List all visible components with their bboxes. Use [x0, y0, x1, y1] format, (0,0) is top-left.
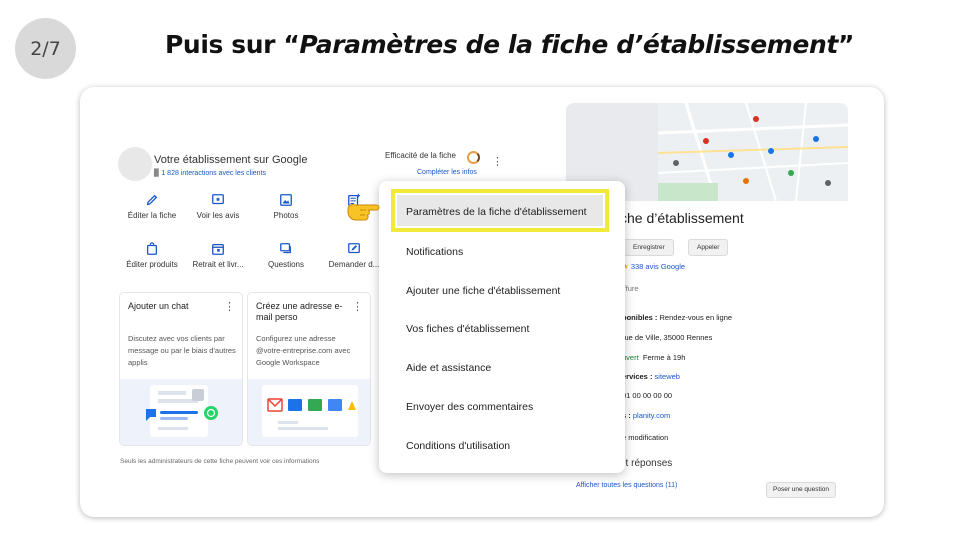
review-request-icon	[348, 243, 360, 254]
preview-title: che d’établissement	[620, 210, 744, 226]
menu-item-add-profile[interactable]: Ajouter une fiche d'établissement	[406, 285, 560, 297]
card-menu-icon[interactable]: ⋮	[352, 302, 363, 313]
interactions-link[interactable]: ▉ 1 828 interactions avec les clients	[154, 169, 266, 177]
save-button[interactable]: Enregistrer	[624, 239, 674, 256]
menu-item-profile-settings[interactable]: Paramètres de la fiche d'établissement	[391, 189, 609, 232]
phone-line[interactable]: 01 00 00 00 00	[622, 391, 672, 400]
booking-link[interactable]: planity.com	[633, 411, 670, 420]
card-add-chat[interactable]: Ajouter un chat ⋮ Discutez avec vos clie…	[120, 293, 242, 445]
action-questions[interactable]: Questions	[254, 242, 318, 269]
action-photos[interactable]: Photos	[254, 193, 318, 220]
slide-headline: Puis sur “Paramètres de la fiche d’établ…	[165, 30, 854, 59]
screenshot-frame: Votre établissement sur Google ▉ 1 828 i…	[80, 87, 884, 517]
interactions-text: 1 828 interactions avec les clients	[161, 170, 267, 177]
business-title: Votre établissement sur Google	[154, 154, 308, 166]
card-custom-email[interactable]: Créez une adresse e-mail perso ⋮ Configu…	[248, 293, 370, 445]
menu-item-notifications[interactable]: Notifications	[406, 246, 463, 258]
shopping-bag-icon	[146, 242, 158, 255]
availability-label: ponibles :	[622, 313, 658, 322]
call-button[interactable]: Appeler	[688, 239, 729, 256]
availability-value: Rendez-vous en ligne	[659, 313, 733, 322]
action-edit-profile[interactable]: Éditer la fiche	[120, 193, 184, 220]
admin-visibility-note: Seuls les administrateurs de cette fiche…	[120, 458, 320, 465]
action-edit-products[interactable]: Éditer produits	[120, 242, 184, 269]
booking-line: s : planity.com	[622, 411, 670, 420]
card-title: Créez une adresse e-mail perso	[256, 301, 343, 322]
action-label: Voir les avis	[196, 211, 240, 220]
menu-item-your-profiles[interactable]: Vos fiches d'établissement	[406, 323, 529, 335]
action-label: Questions	[267, 260, 305, 269]
action-ask-reviews[interactable]: Demander d...	[322, 242, 386, 269]
reviews-count: 338 avis Google	[630, 262, 686, 271]
services-label: ervices :	[622, 372, 653, 381]
action-label: Demander d...	[328, 260, 380, 269]
action-pickup-delivery[interactable]: Retrait et livr...	[186, 242, 250, 269]
workspace-illustration	[248, 379, 370, 445]
review-icon	[212, 194, 224, 205]
bar-chart-icon: ▉	[154, 170, 160, 177]
reviews-line[interactable]: ★ 338 avis Google	[622, 262, 685, 271]
menu-item-feedback[interactable]: Envoyer des commentaires	[406, 401, 533, 413]
action-label: Éditer produits	[126, 260, 178, 269]
step-badge: 2/7	[15, 18, 76, 79]
slide: 2/7 Puis sur “Paramètres de la fiche d’é…	[0, 0, 964, 537]
availability-line: ponibles : Rendez-vous en ligne	[622, 313, 732, 322]
menu-item-terms[interactable]: Conditions d'utilisation	[406, 440, 510, 452]
card-menu-icon[interactable]: ⋮	[224, 302, 235, 313]
image-icon	[280, 194, 292, 206]
card-description: Discutez avec vos clients par message ou…	[128, 334, 236, 367]
suggest-edit-link[interactable]: e modification	[622, 433, 668, 442]
complete-info-link[interactable]: Compléter les infos	[417, 169, 477, 176]
efficiency-label: Efficacité de la fiche	[385, 151, 457, 160]
card-title: Ajouter un chat	[128, 301, 189, 311]
qa-heading: et réponses	[620, 458, 673, 469]
services-link[interactable]: siteweb	[655, 372, 680, 381]
business-avatar	[118, 147, 152, 181]
chat-illustration-art	[146, 385, 218, 437]
services-line: ervices : siteweb	[622, 372, 680, 381]
more-options-icon[interactable]: ⋮	[492, 157, 503, 168]
hours-line[interactable]: uvert Ferme à 19h	[622, 353, 685, 362]
chat-icon	[280, 243, 291, 254]
menu-item-help[interactable]: Aide et assistance	[406, 362, 491, 374]
action-label: Retrait et livr...	[192, 260, 244, 269]
workspace-apps-art	[262, 385, 358, 437]
all-questions-link[interactable]: Afficher toutes les questions (11)	[576, 482, 677, 489]
headline-suffix: ”	[837, 30, 854, 59]
chat-illustration	[120, 379, 242, 445]
address-line: rue de Ville, 35000 Rennes	[622, 333, 713, 342]
closing-time: Ferme à 19h	[642, 353, 686, 362]
ask-question-button[interactable]: Poser une question	[766, 482, 837, 498]
menu-item-label: Paramètres de la fiche d'établissement	[406, 206, 587, 218]
efficiency-ring-icon	[467, 151, 480, 164]
profile-options-menu: Paramètres de la fiche d'établissement N…	[379, 181, 625, 473]
headline-prefix: Puis sur “	[165, 30, 300, 59]
action-label: Photos	[273, 211, 299, 220]
pointing-hand-icon	[347, 204, 380, 221]
headline-italic: Paramètres de la fiche d’établissement	[299, 30, 838, 59]
card-description: Configurez une adresse @votre-entreprise…	[256, 334, 351, 367]
pencil-icon	[146, 194, 158, 206]
action-read-reviews[interactable]: Voir les avis	[186, 193, 250, 220]
action-label: Éditer la fiche	[127, 211, 177, 220]
calendar-icon	[212, 243, 224, 255]
